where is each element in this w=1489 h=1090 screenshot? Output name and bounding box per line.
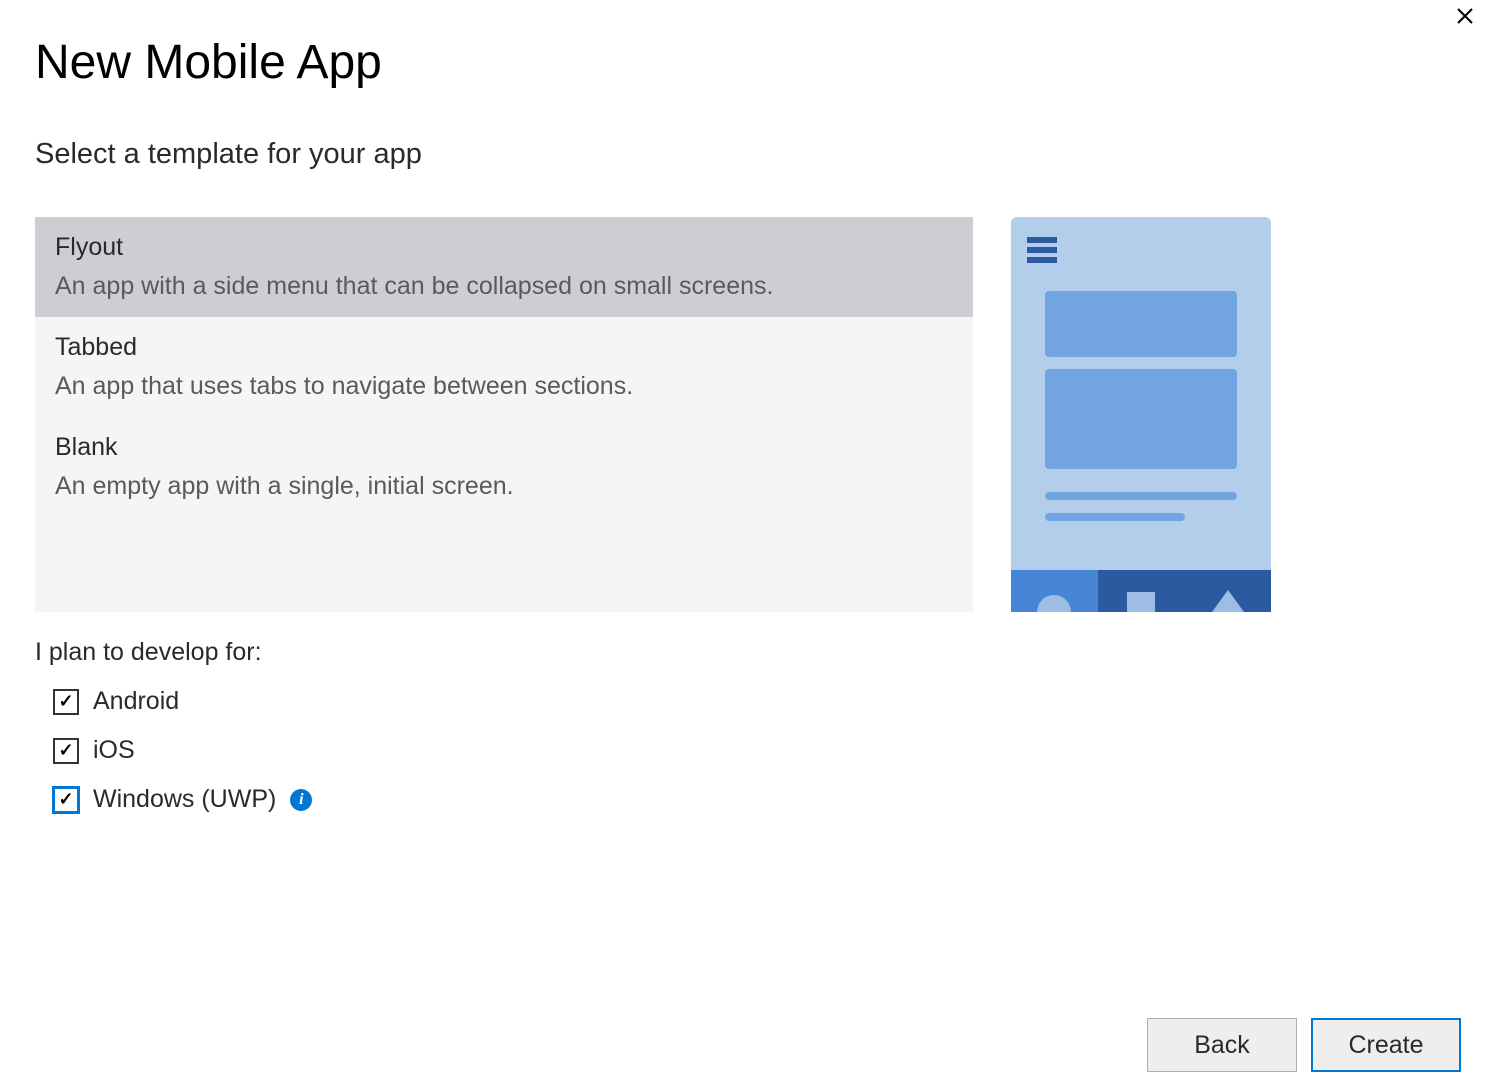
template-item-tabbed[interactable]: Tabbed An app that uses tabs to navigate… bbox=[35, 317, 973, 417]
checkbox-windows-uwp[interactable]: ✓ bbox=[53, 787, 79, 813]
template-name: Flyout bbox=[55, 233, 953, 262]
square-icon bbox=[1127, 592, 1155, 612]
create-button[interactable]: Create bbox=[1311, 1018, 1461, 1072]
template-item-blank[interactable]: Blank An empty app with a single, initia… bbox=[35, 417, 973, 517]
template-item-flyout[interactable]: Flyout An app with a side menu that can … bbox=[35, 217, 973, 317]
circle-icon bbox=[1037, 595, 1071, 612]
checkbox-ios[interactable]: ✓ bbox=[53, 738, 79, 764]
page-title: New Mobile App bbox=[35, 35, 1454, 90]
template-name: Blank bbox=[55, 433, 953, 462]
page-subtitle: Select a template for your app bbox=[35, 138, 1454, 171]
checkbox-label: Windows (UWP) bbox=[93, 785, 276, 814]
preview-tab bbox=[1098, 570, 1185, 612]
info-icon[interactable]: i bbox=[290, 789, 312, 811]
template-list: Flyout An app with a side menu that can … bbox=[35, 217, 973, 612]
template-preview bbox=[1011, 217, 1271, 612]
preview-bottom-bar bbox=[1011, 570, 1271, 612]
develop-for-label: I plan to develop for: bbox=[35, 638, 1454, 667]
preview-text-line bbox=[1045, 492, 1237, 500]
preview-tab bbox=[1184, 570, 1271, 612]
hamburger-icon bbox=[1027, 237, 1057, 267]
template-description: An app with a side menu that can be coll… bbox=[55, 272, 953, 301]
close-button[interactable] bbox=[1457, 8, 1473, 28]
checkbox-android[interactable]: ✓ bbox=[53, 689, 79, 715]
preview-card bbox=[1045, 369, 1237, 469]
preview-tab bbox=[1011, 570, 1098, 612]
checkbox-label: iOS bbox=[93, 736, 135, 765]
preview-text-line bbox=[1045, 513, 1185, 521]
template-name: Tabbed bbox=[55, 333, 953, 362]
checkbox-label: Android bbox=[93, 687, 179, 716]
template-description: An empty app with a single, initial scre… bbox=[55, 472, 953, 501]
triangle-icon bbox=[1212, 590, 1244, 612]
close-icon bbox=[1457, 8, 1473, 24]
template-description: An app that uses tabs to navigate betwee… bbox=[55, 372, 953, 401]
back-button[interactable]: Back bbox=[1147, 1018, 1297, 1072]
preview-card bbox=[1045, 291, 1237, 357]
